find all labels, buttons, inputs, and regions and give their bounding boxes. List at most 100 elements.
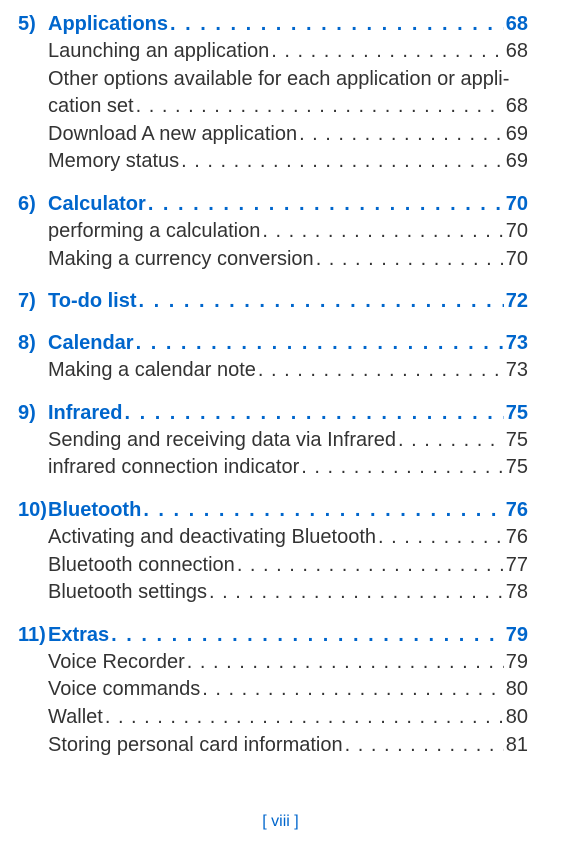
toc-section: 9)Infrared. . . . . . . . . . . . . . . … xyxy=(18,399,528,482)
toc-heading[interactable]: 6)Calculator. . . . . . . . . . . . . . … xyxy=(18,190,528,218)
toc-leader-dots: . . . . . . . . . . . . . . . . . . . . … xyxy=(396,427,504,455)
toc-sub-entry[interactable]: performing a calculation. . . . . . . . … xyxy=(48,218,528,246)
toc-leader-dots: . . . . . . . . . . . . . . . . . . . . … xyxy=(168,10,504,38)
toc-leader-dots: . . . . . . . . . . . . . . . . . . . . … xyxy=(207,579,504,607)
toc-section: 7)To-do list. . . . . . . . . . . . . . … xyxy=(18,287,528,315)
toc-heading[interactable]: 10)Bluetooth. . . . . . . . . . . . . . … xyxy=(18,496,528,524)
toc-section: 5)Applications. . . . . . . . . . . . . … xyxy=(18,10,528,176)
toc-page: 68 xyxy=(506,93,528,121)
toc-sub-entry[interactable]: Voice Recorder. . . . . . . . . . . . . … xyxy=(48,649,528,677)
toc-sub-entry[interactable]: Voice commands. . . . . . . . . . . . . … xyxy=(48,676,528,704)
toc-page: 80 xyxy=(506,704,528,732)
toc-section: 6)Calculator. . . . . . . . . . . . . . … xyxy=(18,190,528,273)
toc-sub-entry[interactable]: Sending and receiving data via Infrared.… xyxy=(48,427,528,455)
toc-section: 11)Extras. . . . . . . . . . . . . . . .… xyxy=(18,621,528,759)
toc-leader-dots: . . . . . . . . . . . . . . . . . . . . … xyxy=(122,399,503,427)
toc-sub-title: performing a calculation xyxy=(48,218,260,246)
toc-leader-dots: . . . . . . . . . . . . . . . . . . . . … xyxy=(179,148,504,176)
toc-leader-dots: . . . . . . . . . . . . . . . . . . . . … xyxy=(134,93,504,121)
toc-leader-dots: . . . . . . . . . . . . . . . . . . . . … xyxy=(109,621,504,649)
toc-leader-dots: . . . . . . . . . . . . . . . . . . . . … xyxy=(103,704,504,732)
toc-page: 73 xyxy=(506,329,528,357)
toc-page: 70 xyxy=(506,218,528,246)
toc-number: 11) xyxy=(18,621,48,649)
toc-sub-entry[interactable]: Download A new application. . . . . . . … xyxy=(48,121,528,149)
toc-sub-title: Making a currency conversion xyxy=(48,246,314,274)
toc-page: 75 xyxy=(506,427,528,455)
toc-section: 10)Bluetooth. . . . . . . . . . . . . . … xyxy=(18,496,528,607)
toc-sub-title: Sending and receiving data via Infrared xyxy=(48,427,396,455)
toc-sub-title: cation set xyxy=(48,93,134,121)
toc-page: 69 xyxy=(506,148,528,176)
toc-page: 76 xyxy=(506,524,528,552)
toc-sub-entry[interactable]: infrared connection indicator. . . . . .… xyxy=(48,454,528,482)
toc-title: Applications xyxy=(48,10,168,38)
toc-sub-title: Memory status xyxy=(48,148,179,176)
toc-page: 79 xyxy=(506,649,528,677)
table-of-contents: 5)Applications. . . . . . . . . . . . . … xyxy=(18,10,528,759)
toc-sub-title: Voice commands xyxy=(48,676,200,704)
toc-heading[interactable]: 5)Applications. . . . . . . . . . . . . … xyxy=(18,10,528,38)
toc-title: Extras xyxy=(48,621,109,649)
toc-page: 68 xyxy=(506,10,528,38)
toc-leader-dots: . . . . . . . . . . . . . . . . . . . . … xyxy=(185,649,504,677)
toc-page: 68 xyxy=(506,38,528,66)
toc-title: Bluetooth xyxy=(48,496,141,524)
page-footer: [ viii ] xyxy=(0,813,561,831)
toc-leader-dots: . . . . . . . . . . . . . . . . . . . . … xyxy=(200,676,503,704)
toc-sub-entry[interactable]: Making a currency conversion. . . . . . … xyxy=(48,246,528,274)
toc-page: 79 xyxy=(506,621,528,649)
toc-page: 78 xyxy=(506,579,528,607)
toc-sub-entry[interactable]: Memory status. . . . . . . . . . . . . .… xyxy=(48,148,528,176)
toc-page: 70 xyxy=(506,190,528,218)
toc-leader-dots: . . . . . . . . . . . . . . . . . . . . … xyxy=(299,454,503,482)
toc-number: 6) xyxy=(18,190,48,218)
toc-sub-title: Activating and deactivating Bluetooth xyxy=(48,524,376,552)
toc-title: To-do list xyxy=(48,287,137,315)
toc-sub-entry[interactable]: Other options available for each applica… xyxy=(48,66,528,121)
toc-leader-dots: . . . . . . . . . . . . . . . . . . . . … xyxy=(297,121,504,149)
toc-sub-title: Bluetooth settings xyxy=(48,579,207,607)
toc-leader-dots: . . . . . . . . . . . . . . . . . . . . … xyxy=(141,496,503,524)
toc-sub-entry[interactable]: Making a calendar note. . . . . . . . . … xyxy=(48,357,528,385)
toc-page: 76 xyxy=(506,496,528,524)
toc-sub-title: Download A new application xyxy=(48,121,297,149)
toc-sub-entry[interactable]: Bluetooth settings. . . . . . . . . . . … xyxy=(48,579,528,607)
toc-number: 5) xyxy=(18,10,48,38)
toc-sub-title: Bluetooth connection xyxy=(48,552,235,580)
toc-leader-dots: . . . . . . . . . . . . . . . . . . . . … xyxy=(137,287,504,315)
toc-page: 72 xyxy=(506,287,528,315)
toc-page: 77 xyxy=(506,552,528,580)
toc-heading[interactable]: 9)Infrared. . . . . . . . . . . . . . . … xyxy=(18,399,528,427)
toc-sub-title: Wallet xyxy=(48,704,103,732)
toc-page: 69 xyxy=(506,121,528,149)
toc-sub-title: Other options available for each applica… xyxy=(48,66,528,94)
toc-sub-title: Launching an application xyxy=(48,38,269,66)
toc-sub-entry[interactable]: Bluetooth connection. . . . . . . . . . … xyxy=(48,552,528,580)
toc-sub-title: Storing personal card information xyxy=(48,732,343,760)
toc-leader-dots: . . . . . . . . . . . . . . . . . . . . … xyxy=(343,732,504,760)
toc-heading[interactable]: 7)To-do list. . . . . . . . . . . . . . … xyxy=(18,287,528,315)
toc-number: 9) xyxy=(18,399,48,427)
toc-heading[interactable]: 11)Extras. . . . . . . . . . . . . . . .… xyxy=(18,621,528,649)
toc-title: Infrared xyxy=(48,399,122,427)
toc-leader-dots: . . . . . . . . . . . . . . . . . . . . … xyxy=(235,552,504,580)
toc-page: 80 xyxy=(506,676,528,704)
toc-sub-entry[interactable]: Storing personal card information. . . .… xyxy=(48,732,528,760)
toc-page: 73 xyxy=(506,357,528,385)
toc-page: 81 xyxy=(506,732,528,760)
toc-sub-entry[interactable]: Activating and deactivating Bluetooth. .… xyxy=(48,524,528,552)
toc-title: Calendar xyxy=(48,329,134,357)
toc-number: 10) xyxy=(18,496,48,524)
toc-sub-title: Making a calendar note xyxy=(48,357,256,385)
toc-leader-dots: . . . . . . . . . . . . . . . . . . . . … xyxy=(146,190,504,218)
toc-sub-entry[interactable]: Launching an application. . . . . . . . … xyxy=(48,38,528,66)
toc-sub-title: Voice Recorder xyxy=(48,649,185,677)
toc-heading[interactable]: 8)Calendar. . . . . . . . . . . . . . . … xyxy=(18,329,528,357)
toc-sub-entry[interactable]: Wallet. . . . . . . . . . . . . . . . . … xyxy=(48,704,528,732)
toc-number: 7) xyxy=(18,287,48,315)
toc-leader-dots: . . . . . . . . . . . . . . . . . . . . … xyxy=(260,218,503,246)
toc-sub-title: infrared connection indicator xyxy=(48,454,299,482)
toc-leader-dots: . . . . . . . . . . . . . . . . . . . . … xyxy=(269,38,503,66)
toc-page: 70 xyxy=(506,246,528,274)
